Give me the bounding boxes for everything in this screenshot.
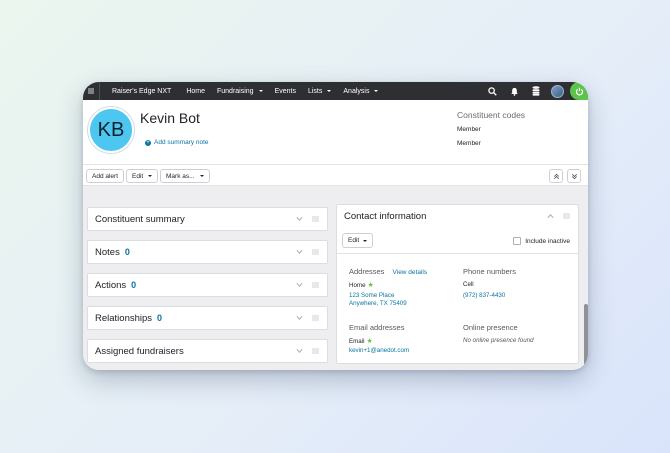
email-addresses-title: Email addresses <box>349 323 405 332</box>
tile-count: 0 <box>131 280 137 290</box>
address-type: Home ★ <box>349 282 374 289</box>
online-presence-title: Online presence <box>463 323 518 332</box>
tile-title: Contact information <box>344 211 427 222</box>
double-chevron-down-icon <box>571 173 577 179</box>
caret-down-icon <box>374 90 379 92</box>
tile-count: 0 <box>157 313 163 323</box>
drag-handle-icon[interactable] <box>312 282 319 288</box>
nav-lists[interactable]: Lists <box>302 82 337 100</box>
divider <box>337 253 578 254</box>
record-header: KB Kevin Bot + Add summary note Constitu… <box>83 100 588 164</box>
tile-title: Relationships <box>95 313 153 324</box>
code-value: Member <box>457 140 481 147</box>
nav-fundraising[interactable]: Fundraising <box>211 82 269 100</box>
scrollbar[interactable] <box>584 304 588 370</box>
constituent-codes: Constituent codes Member Member <box>457 110 525 154</box>
tile-count: 0 <box>124 247 130 257</box>
tile-title: Notes <box>95 247 120 258</box>
tile-contact-information: Contact information Edit Include inactiv… <box>336 204 579 364</box>
phone-number-link[interactable]: (972) 837-4430 <box>463 292 505 299</box>
contact-edit-button[interactable]: Edit <box>342 233 374 248</box>
email-link[interactable]: kevin+1@anedot.com <box>349 347 409 354</box>
tile-title: Assigned fundraisers <box>95 346 184 357</box>
tile-constituent-summary[interactable]: Constituent summary <box>87 207 328 231</box>
primary-star-icon: ★ <box>366 338 373 345</box>
caret-down-icon <box>199 175 204 177</box>
codes-title: Constituent codes <box>457 110 526 120</box>
caret-down-icon <box>363 239 368 242</box>
primary-star-icon: ★ <box>367 282 374 289</box>
power-icon[interactable] <box>570 82 588 100</box>
email-type: Email ★ <box>349 338 373 345</box>
checkbox-icon[interactable] <box>513 237 522 245</box>
caret-down-icon <box>258 90 263 92</box>
plus-circle-icon: + <box>145 139 151 146</box>
expand-all-button[interactable] <box>567 169 581 183</box>
tile-relationships[interactable]: Relationships 0 <box>87 306 328 330</box>
chevron-down-icon[interactable] <box>296 282 303 288</box>
top-nav: Raiser's Edge NXT Home Fundraising Event… <box>83 82 588 100</box>
nav-right <box>481 82 588 100</box>
tile-actions[interactable]: Actions 0 <box>87 273 328 297</box>
constituent-name: Kevin Bot <box>140 110 200 126</box>
caret-down-icon <box>327 90 332 92</box>
edit-button[interactable]: Edit <box>126 169 159 183</box>
drag-handle-icon[interactable] <box>312 348 319 354</box>
address-line1[interactable]: 123 Some Place <box>349 292 394 299</box>
tile-notes[interactable]: Notes 0 <box>87 240 328 264</box>
double-chevron-up-icon <box>553 173 559 179</box>
drag-handle-icon[interactable] <box>563 213 570 219</box>
tile-title: Constituent summary <box>95 214 185 225</box>
tile-assigned-fundraisers[interactable]: Assigned fundraisers <box>87 339 328 363</box>
database-icon[interactable] <box>525 82 547 100</box>
chevron-down-icon[interactable] <box>296 249 303 255</box>
addresses-title: Addresses View details <box>349 267 428 276</box>
app-grid-icon[interactable] <box>83 82 99 100</box>
nav-analysis[interactable]: Analysis <box>337 82 384 100</box>
mark-as-button[interactable]: Mark as... <box>160 169 210 183</box>
chevron-down-icon[interactable] <box>296 315 303 321</box>
include-inactive-checkbox[interactable]: Include inactive <box>513 237 570 245</box>
chevron-up-icon[interactable] <box>547 213 554 219</box>
user-avatar[interactable] <box>551 84 564 98</box>
drag-handle-icon[interactable] <box>312 315 319 321</box>
constituent-avatar: KB <box>88 107 134 153</box>
app-window: Raiser's Edge NXT Home Fundraising Event… <box>83 82 588 370</box>
drag-handle-icon[interactable] <box>312 216 319 222</box>
bell-icon[interactable] <box>503 82 525 100</box>
code-value: Member <box>457 126 481 133</box>
add-alert-button[interactable]: Add alert <box>86 169 125 183</box>
phone-numbers-title: Phone numbers <box>463 267 516 276</box>
chevron-down-icon[interactable] <box>296 216 303 222</box>
phone-type: Cell <box>463 281 474 288</box>
brand-name[interactable]: Raiser's Edge NXT <box>99 82 180 100</box>
record-toolbar: Add alert Edit Mark as... <box>83 164 588 186</box>
caret-down-icon <box>148 175 153 177</box>
address-line2[interactable]: Anywhere, TX 75409 <box>349 300 407 307</box>
view-details-link[interactable]: View details <box>393 269 428 276</box>
add-summary-note-link[interactable]: + Add summary note <box>145 139 209 146</box>
tile-title: Actions <box>95 280 127 291</box>
nav-home[interactable]: Home <box>180 82 211 100</box>
nav-events[interactable]: Events <box>269 82 302 100</box>
chevron-down-icon[interactable] <box>296 348 303 354</box>
search-icon[interactable] <box>481 82 503 100</box>
tiles-area: Constituent summary Notes 0 Actions 0 Rela… <box>83 186 588 370</box>
online-presence-empty: No online presence found <box>463 337 534 344</box>
drag-handle-icon[interactable] <box>312 249 319 255</box>
collapse-all-button[interactable] <box>549 169 563 183</box>
